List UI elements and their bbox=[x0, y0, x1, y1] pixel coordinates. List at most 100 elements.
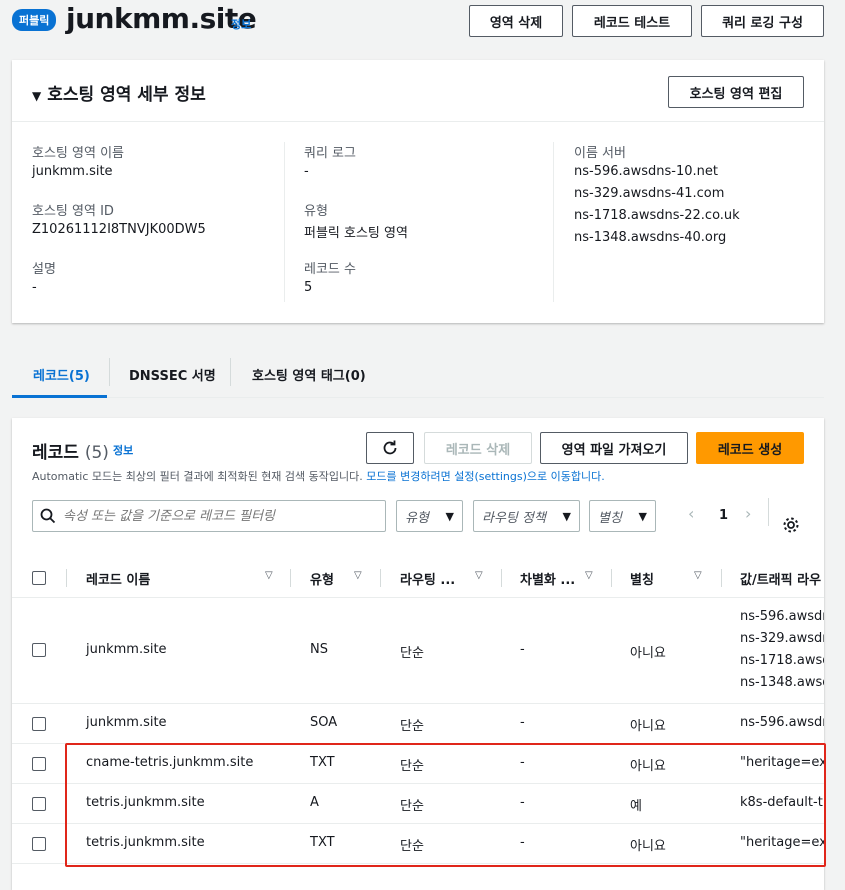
records-count: (5) bbox=[84, 443, 109, 463]
alias-filter-dropdown[interactable]: 별칭 ▼ bbox=[589, 500, 656, 532]
details-column-1: 호스팅 영역 이름 junkmm.site 호스팅 영역 ID Z1026111… bbox=[32, 142, 206, 302]
details-column-3: 이름 서버 ns-596.awsdns-10.net ns-329.awsdns… bbox=[574, 142, 740, 252]
details-title[interactable]: ▼ 호스팅 영역 세부 정보 bbox=[32, 80, 206, 105]
caret-down-icon[interactable]: ▼ bbox=[32, 89, 41, 103]
column-header-differentiator[interactable]: 차별화 ... bbox=[520, 558, 575, 598]
record-name: junkmm.site bbox=[86, 715, 167, 730]
column-separator bbox=[290, 569, 291, 587]
row-checkbox[interactable] bbox=[32, 757, 46, 771]
record-count-value: 5 bbox=[304, 280, 313, 295]
record-differentiator: - bbox=[520, 642, 525, 657]
create-record-button[interactable]: 레코드 생성 bbox=[696, 432, 804, 464]
search-input[interactable] bbox=[63, 508, 363, 524]
record-value-line: ns-329.awsdr bbox=[740, 631, 824, 646]
tab-separator bbox=[230, 358, 231, 386]
previous-page-icon[interactable]: ‹ bbox=[688, 504, 694, 523]
record-type: A bbox=[310, 795, 319, 810]
caret-down-icon: ▼ bbox=[445, 509, 454, 523]
pager-divider bbox=[768, 498, 769, 526]
record-name: tetris.junkmm.site bbox=[86, 795, 205, 810]
row-checkbox[interactable] bbox=[32, 717, 46, 731]
table-row[interactable]: cname-tetris.junkmm.site TXT 단순 - 아니요 "h… bbox=[12, 744, 824, 784]
column-separator bbox=[501, 569, 502, 587]
delete-zone-button[interactable]: 영역 삭제 bbox=[469, 5, 563, 37]
test-record-button[interactable]: 레코드 테스트 bbox=[572, 5, 692, 37]
type-filter-dropdown[interactable]: 유형 ▼ bbox=[396, 500, 463, 532]
details-column-2: 쿼리 로그 - 유형 퍼블릭 호스팅 영역 레코드 수 5 bbox=[304, 142, 408, 302]
tab-dnssec[interactable]: DNSSEC 서명 bbox=[129, 350, 216, 398]
sort-icon[interactable]: ▽ bbox=[354, 570, 362, 581]
record-count-label: 레코드 수 bbox=[304, 262, 356, 277]
row-checkbox[interactable] bbox=[32, 643, 46, 657]
settings-link[interactable]: 모드를 변경하려면 설정(settings)으로 이동합니다. bbox=[366, 470, 604, 483]
records-info-link[interactable]: 정보 bbox=[113, 442, 133, 458]
sort-icon[interactable]: ▽ bbox=[694, 570, 702, 581]
record-value: ns-596.awsdr ns-329.awsdr ns-1718.awsd n… bbox=[740, 606, 824, 694]
query-log-label: 쿼리 로그 bbox=[304, 146, 356, 161]
record-value-line: "heritage=ex bbox=[740, 835, 824, 850]
name-server: ns-1718.awsdns-22.co.uk bbox=[574, 208, 740, 223]
zone-name-label: 호스팅 영역 이름 bbox=[32, 146, 124, 161]
sort-icon[interactable]: ▽ bbox=[265, 570, 273, 581]
column-header-name[interactable]: 레코드 이름 bbox=[86, 558, 150, 598]
import-zone-file-button[interactable]: 영역 파일 가져오기 bbox=[540, 432, 688, 464]
next-page-icon[interactable]: › bbox=[745, 504, 751, 523]
record-type: SOA bbox=[310, 715, 338, 730]
page-title: junkmm.site bbox=[66, 2, 257, 35]
caret-down-icon: ▼ bbox=[562, 509, 571, 523]
zone-id-value: Z10261112I8TNVJK00DW5 bbox=[32, 222, 206, 237]
routing-policy-dropdown[interactable]: 라우팅 정책 ▼ bbox=[473, 500, 580, 532]
column-separator bbox=[611, 569, 612, 587]
column-separator bbox=[380, 569, 381, 587]
info-link[interactable]: 정보 bbox=[231, 16, 251, 32]
record-name: junkmm.site bbox=[86, 642, 167, 657]
name-server: ns-1348.awsdns-40.org bbox=[574, 230, 727, 245]
row-checkbox[interactable] bbox=[32, 797, 46, 811]
record-filter[interactable] bbox=[32, 500, 386, 532]
column-header-alias[interactable]: 별칭 bbox=[630, 558, 654, 598]
current-page[interactable]: 1 bbox=[719, 508, 728, 523]
record-value: ns-596.awsdr bbox=[740, 712, 824, 734]
record-differentiator: - bbox=[520, 835, 525, 850]
table-row[interactable]: tetris.junkmm.site TXT 단순 - 아니요 "heritag… bbox=[12, 824, 824, 864]
select-all-checkbox[interactable] bbox=[32, 571, 46, 585]
description-value: - bbox=[32, 280, 37, 295]
delete-record-button[interactable]: 레코드 삭제 bbox=[424, 432, 532, 464]
record-value-line: ns-1718.awsd bbox=[740, 653, 824, 668]
record-differentiator: - bbox=[520, 795, 525, 810]
record-value-line: ns-596.awsdr bbox=[740, 715, 824, 730]
description-label: 설명 bbox=[32, 262, 56, 277]
sort-icon[interactable]: ▽ bbox=[585, 570, 593, 581]
public-badge: 퍼블릭 bbox=[12, 9, 57, 31]
hosted-zone-details-panel: ▼ 호스팅 영역 세부 정보 호스팅 영역 편집 호스팅 영역 이름 junkmm… bbox=[12, 60, 824, 323]
refresh-button[interactable] bbox=[366, 432, 414, 464]
record-alias: 예 bbox=[630, 799, 642, 814]
type-value: 퍼블릭 호스팅 영역 bbox=[304, 226, 408, 241]
settings-gear-icon[interactable] bbox=[782, 516, 800, 538]
table-row[interactable]: junkmm.site SOA 단순 - 아니요 ns-596.awsdr bbox=[12, 704, 824, 744]
tab-zone-tags[interactable]: 호스팅 영역 태그(0) bbox=[252, 350, 366, 398]
tab-records[interactable]: 레코드(5) bbox=[33, 350, 90, 398]
zone-id-label: 호스팅 영역 ID bbox=[32, 204, 114, 219]
search-mode-notice: Automatic 모드는 최상의 필터 결과에 최적화된 현재 검색 동작입니… bbox=[32, 470, 605, 483]
column-separator bbox=[66, 569, 67, 587]
records-title: 레코드 (5) bbox=[32, 443, 109, 463]
name-server: ns-329.awsdns-41.com bbox=[574, 186, 725, 201]
sort-icon[interactable]: ▽ bbox=[475, 570, 483, 581]
edit-zone-button[interactable]: 호스팅 영역 편집 bbox=[668, 76, 804, 108]
tab-separator bbox=[109, 358, 110, 386]
column-divider bbox=[284, 142, 285, 302]
column-header-value[interactable]: 값/트래픽 라우 bbox=[740, 558, 824, 598]
type-label: 유형 bbox=[304, 204, 328, 219]
table-row[interactable]: tetris.junkmm.site A 단순 - 예 k8s-default-… bbox=[12, 784, 824, 824]
row-checkbox[interactable] bbox=[32, 837, 46, 851]
table-row[interactable]: junkmm.site NS 단순 - 아니요 ns-596.awsdr ns-… bbox=[12, 598, 824, 704]
record-value-line: ns-1348.awsd bbox=[740, 675, 824, 690]
column-header-type[interactable]: 유형 bbox=[310, 558, 334, 598]
record-differentiator: - bbox=[520, 715, 525, 730]
query-logging-button[interactable]: 쿼리 로깅 구성 bbox=[701, 5, 824, 37]
record-value: "heritage=ex bbox=[740, 832, 824, 854]
record-name: tetris.junkmm.site bbox=[86, 835, 205, 850]
record-type: TXT bbox=[310, 835, 335, 850]
column-header-routing[interactable]: 라우팅 ... bbox=[400, 558, 455, 598]
